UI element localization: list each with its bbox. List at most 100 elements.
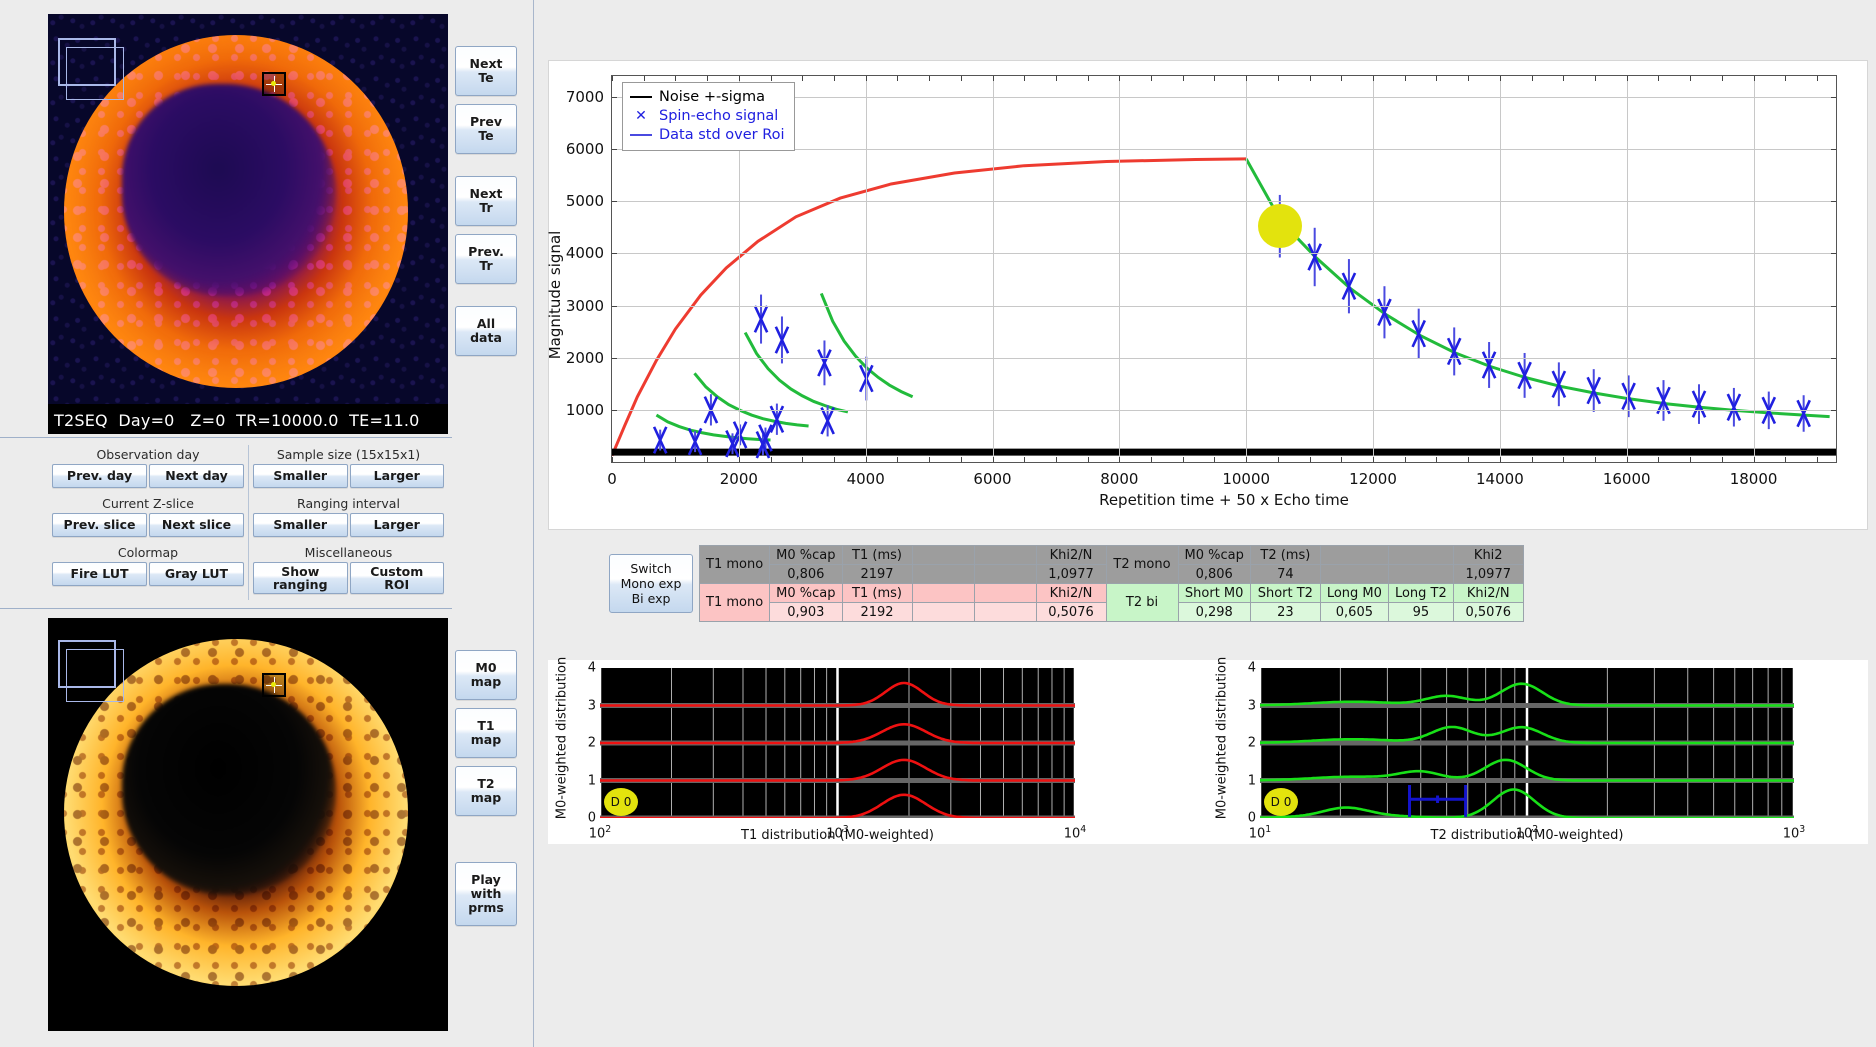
- dist-x-tick-label: 104: [1063, 824, 1087, 842]
- mri-image-bottom[interactable]: [48, 618, 448, 1031]
- value-t1-blank2: [973, 564, 1037, 584]
- value-short-t2: 23: [1249, 602, 1321, 622]
- column-divider: [533, 0, 534, 1047]
- prev-tr-button[interactable]: Prev. Tr: [455, 234, 517, 284]
- chart-x-minor-tick: [770, 76, 772, 81]
- header-t1-khi2n: Khi2/N: [1035, 545, 1107, 565]
- sample-size-smaller-button[interactable]: Smaller: [253, 464, 348, 488]
- chart-x-minor-tick: [612, 76, 613, 81]
- chart-y-tick: [612, 305, 617, 307]
- t2-day-badge: D 0: [1264, 788, 1298, 816]
- divider-1: [0, 437, 452, 438]
- next-te-button[interactable]: Next Te: [455, 46, 517, 96]
- legend-x-marker-icon: ✕: [635, 108, 647, 124]
- custom-roi-button[interactable]: Custom ROI: [349, 562, 444, 594]
- dist-y-tick-label: 4: [1247, 660, 1256, 676]
- selection-center-dot-bottom: [271, 682, 276, 687]
- all-data-button[interactable]: All data: [455, 306, 517, 356]
- chart-y-tick-label: 6000: [565, 140, 604, 159]
- chart-x-minor-tick: [1119, 76, 1121, 81]
- chart-x-minor-tick: [1214, 457, 1216, 462]
- prev-te-button[interactable]: Prev Te: [455, 104, 517, 154]
- legend-label-noise: Noise +-sigma: [659, 89, 766, 105]
- sample-size-larger-button[interactable]: Larger: [349, 464, 444, 488]
- chart-x-minor-tick: [833, 76, 835, 81]
- chart-y-tick-right: [1831, 149, 1836, 151]
- chart-y-tick: [612, 201, 617, 203]
- roi-rect-inner-bottom[interactable]: [66, 649, 124, 702]
- label-miscellaneous: Miscellaneous: [304, 545, 393, 560]
- chart-gridline-h: [612, 409, 1836, 411]
- next-slice-button[interactable]: Next slice: [149, 513, 244, 537]
- chart-highlighted-point[interactable]: [1257, 204, 1302, 249]
- chart-plot-area[interactable]: Noise +-sigma ✕ Spin-echo signal Data st…: [566, 75, 1837, 488]
- t2-distribution-plot[interactable]: M0-weighted distribution T2 distribution…: [1208, 656, 1868, 844]
- chart-x-minor-tick: [1658, 457, 1660, 462]
- chart-x-minor-tick: [1373, 76, 1375, 81]
- header-bi-t1-m0cap: M0 %cap: [769, 583, 843, 603]
- chart-y-tick-right: [1831, 253, 1836, 255]
- chart-x-minor-tick: [929, 76, 931, 81]
- next-tr-button[interactable]: Next Tr: [455, 176, 517, 226]
- voxel-selection-box[interactable]: [262, 72, 286, 96]
- chart-x-minor-tick: [1468, 76, 1470, 81]
- t1-map-button[interactable]: T1 map: [455, 708, 517, 758]
- ranging-smaller-button[interactable]: Smaller: [253, 513, 348, 537]
- legend-line-icon-std: [629, 126, 653, 145]
- legend-label-data-std: Data std over Roi: [659, 127, 785, 143]
- m0-map-button[interactable]: M0 map: [455, 650, 517, 700]
- chart-x-minor-tick: [643, 76, 645, 81]
- ranging-larger-button[interactable]: Larger: [349, 513, 444, 537]
- chart-x-minor-tick: [1341, 457, 1343, 462]
- header-bi-t1-ms: T1 (ms): [841, 583, 913, 603]
- t2-dist-y-label: M0-weighted distribution: [1214, 656, 1230, 820]
- value-t1-blank1: [911, 564, 975, 584]
- chart-gridline-v: [1753, 76, 1755, 462]
- image-caption-top: T2SEQ Day=0 Z=0 TR=10000.0 TE=11.0: [54, 411, 420, 430]
- prev-slice-button[interactable]: Prev. slice: [52, 513, 147, 537]
- chart-x-minor-tick: [1024, 457, 1026, 462]
- prev-day-button[interactable]: Prev. day: [52, 464, 147, 488]
- t1-distribution-plot[interactable]: M0-weighted distribution T1 distribution…: [548, 657, 1208, 844]
- chart-y-tick: [612, 409, 617, 411]
- mri-image-top[interactable]: T2SEQ Day=0 Z=0 TR=10000.0 TE=11.0: [48, 14, 448, 434]
- map-button-column: M0 map T1 map T2 map Play with prms: [455, 650, 517, 926]
- gray-lut-button[interactable]: Gray LUT: [149, 562, 244, 586]
- row-label-t1-mono-gray: T1 mono: [698, 545, 771, 584]
- chart-y-tick: [612, 149, 617, 151]
- chart-y-tick-right: [1831, 96, 1836, 98]
- chart-x-minor-tick: [1563, 457, 1565, 462]
- chart-x-minor-tick: [1055, 457, 1057, 462]
- chart-x-minor-tick: [738, 76, 740, 81]
- chart-x-minor-tick: [1563, 76, 1565, 81]
- legend-entry-noise: Noise +-sigma: [629, 88, 785, 107]
- chart-x-minor-tick: [992, 457, 994, 462]
- chart-x-minor-tick: [865, 76, 867, 81]
- fire-lut-button[interactable]: Fire LUT: [52, 562, 147, 586]
- header-bi-t1-blank2: [973, 583, 1037, 603]
- chart-x-minor-tick: [1404, 457, 1406, 462]
- header-bi-t1-khi2n: Khi2/N: [1035, 583, 1107, 603]
- chart-x-minor-tick: [960, 76, 962, 81]
- chart-y-tick-right: [1831, 201, 1836, 203]
- chart-x-minor-tick: [1182, 76, 1184, 81]
- dist-x-tick-label: 103: [1782, 824, 1806, 842]
- voxel-selection-box-bottom[interactable]: [262, 673, 286, 697]
- dist-range-marker[interactable]: [1410, 785, 1466, 817]
- chart-gridline-v: [1119, 76, 1121, 462]
- roi-rect-inner[interactable]: [66, 47, 124, 100]
- show-ranging-button[interactable]: Show ranging: [253, 562, 348, 594]
- t2-map-button[interactable]: T2 map: [455, 766, 517, 816]
- next-day-button[interactable]: Next day: [149, 464, 244, 488]
- chart-x-minor-tick: [1055, 76, 1057, 81]
- dist-x-tick-label: 102: [1515, 824, 1539, 842]
- chart-x-minor-tick: [1499, 457, 1501, 462]
- switch-mono-bi-button[interactable]: Switch Mono exp Bi exp: [609, 554, 693, 613]
- chart-x-minor-tick: [1246, 76, 1248, 81]
- chart-y-tick: [612, 357, 617, 359]
- play-with-prms-button[interactable]: Play with prms: [455, 862, 517, 926]
- dist-x-tick-label: 102: [588, 824, 612, 842]
- chart-x-minor-tick: [1753, 457, 1755, 462]
- chart-gridline-h: [612, 253, 1836, 255]
- chart-x-minor-tick: [738, 457, 740, 462]
